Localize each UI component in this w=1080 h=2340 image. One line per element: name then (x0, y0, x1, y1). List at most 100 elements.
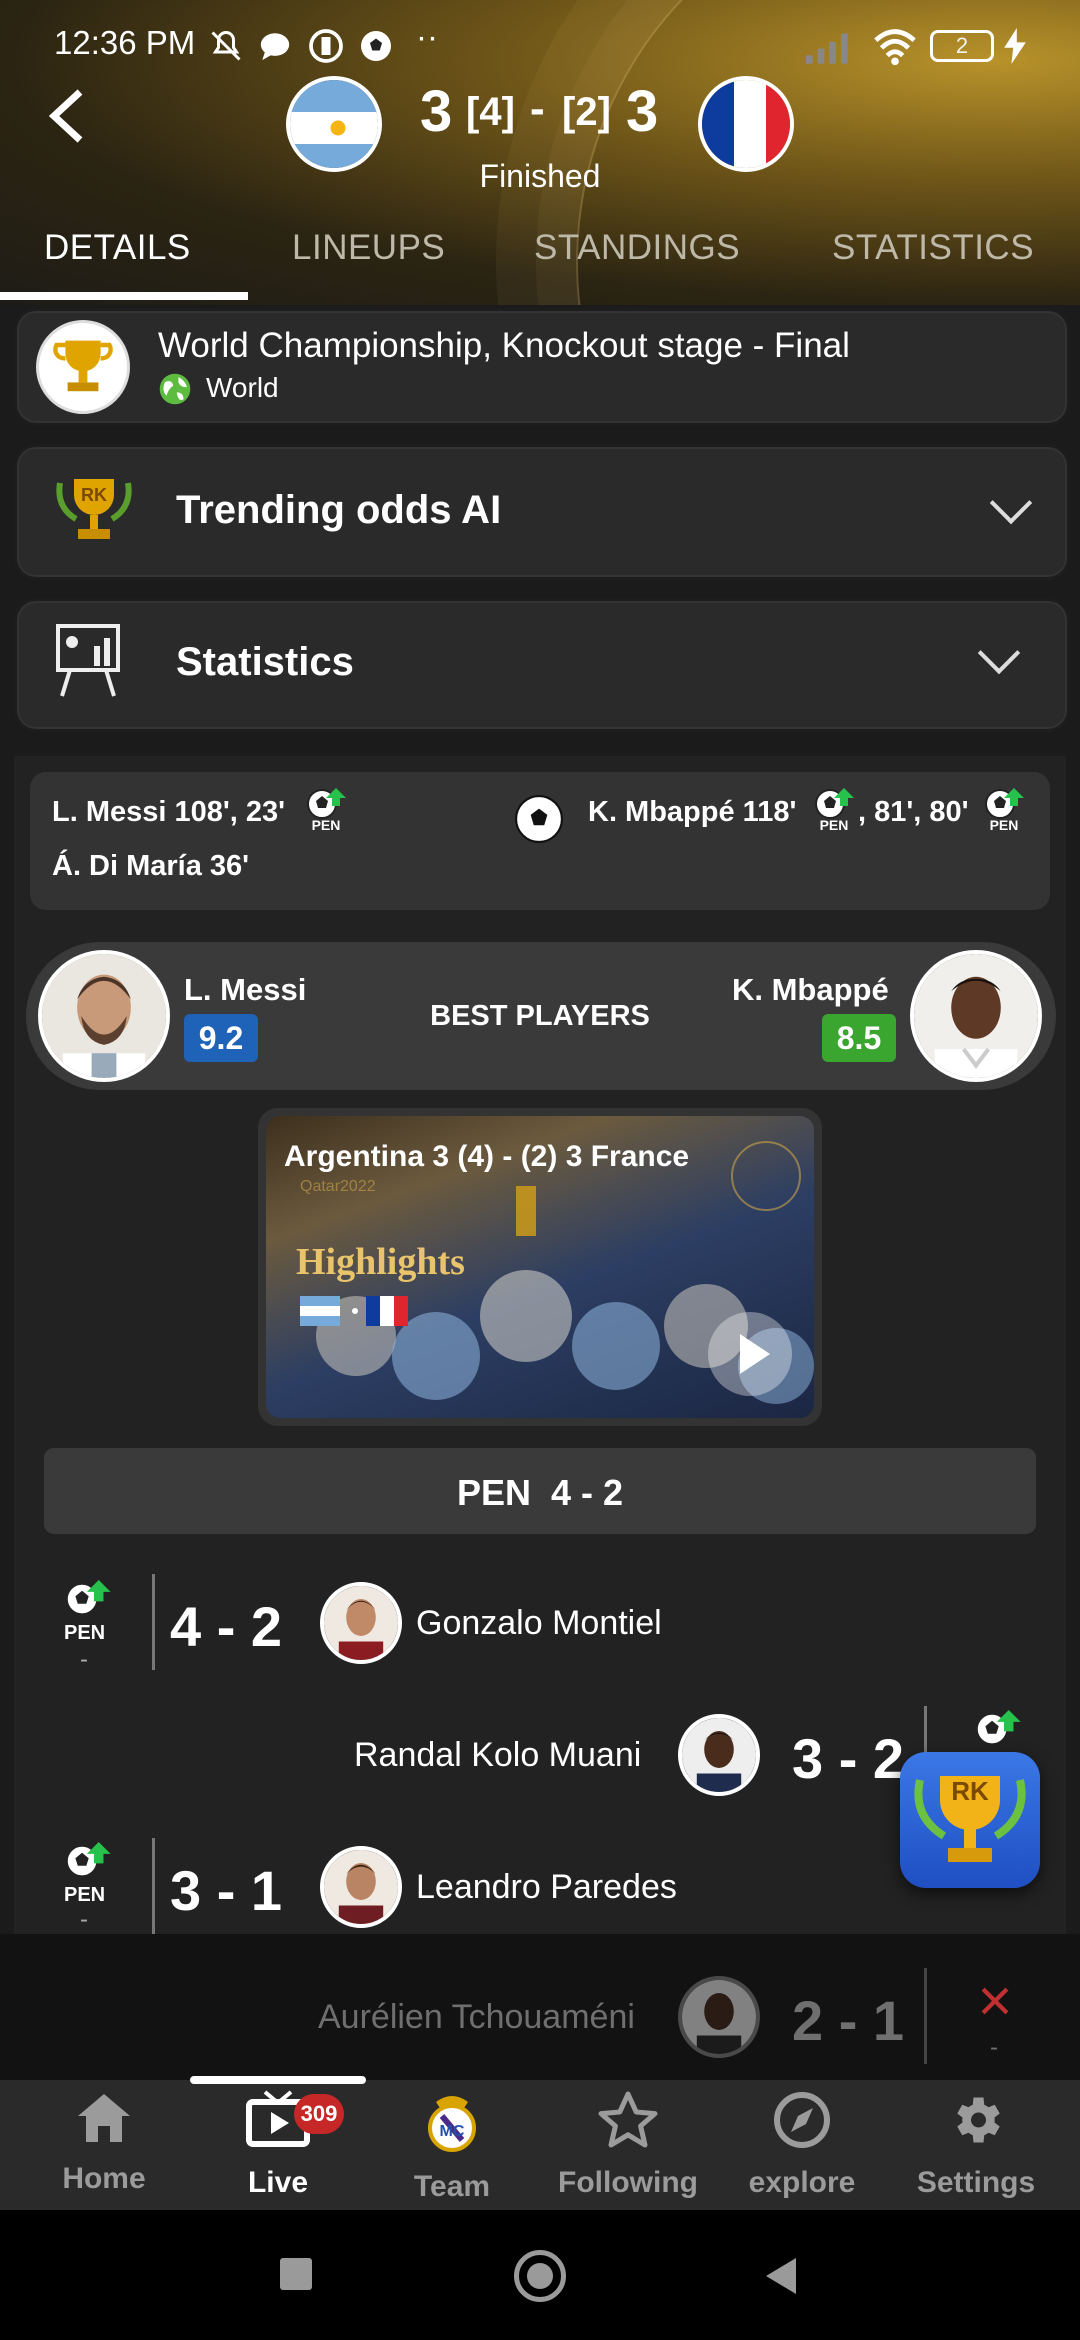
highlights-watermark: Qatar2022 (300, 1178, 376, 1195)
back-system-button[interactable] (764, 2256, 800, 2301)
penalty-running-score: 2 - 1 (792, 1989, 905, 2052)
rk-trophy-icon: RK (52, 470, 136, 553)
statistics-card[interactable] (14, 598, 1070, 732)
penalty-running-score: 4 - 2 (170, 1595, 283, 1658)
svg-text:PEN: PEN (312, 817, 341, 832)
presentation-chart-icon (54, 622, 124, 705)
away-best-player-name: K. Mbappé (732, 972, 889, 1007)
home-penalty-score: [4] (466, 90, 515, 134)
nav-home-label: Home (62, 2162, 146, 2195)
active-nav-indicator (190, 2076, 366, 2084)
nav-live-label: Live (247, 2166, 309, 2199)
rk-trophy-icon (914, 1776, 1026, 1862)
tab-details[interactable]: DETAILS (44, 228, 191, 268)
play-icon (740, 1334, 770, 1374)
tchouameni-avatar[interactable] (678, 1976, 760, 2058)
argentina-vs-france-flags (300, 1296, 410, 1331)
team-crest-icon: MC (428, 2096, 476, 2152)
battery-level: 2 (955, 33, 969, 58)
competition-region: World (206, 372, 279, 403)
gear-icon (957, 2097, 1000, 2143)
compass-icon (774, 2092, 830, 2148)
svg-text:RK: RK (81, 485, 107, 505)
live-count-badge: 309 (294, 2094, 344, 2134)
nav-team[interactable]: MC Team (362, 2090, 542, 2204)
home-scorer-line2: Á. Di María 36' (52, 850, 250, 882)
recents-button[interactable] (280, 2258, 312, 2290)
montiel-avatar[interactable] (320, 1582, 402, 1664)
penalty-note: - (80, 1646, 88, 1673)
nav-explore-label: explore (748, 2166, 856, 2199)
mute-icon (208, 28, 244, 69)
status-time: 12:36 PM (54, 24, 196, 61)
away-penalty-score: [2] (562, 90, 611, 134)
mbappe-avatar[interactable] (910, 950, 1042, 1082)
divider (152, 1574, 155, 1670)
app-notification-icon (308, 28, 344, 69)
penalty-player-name: Gonzalo Montiel (416, 1604, 662, 1642)
away-scorer-line1-rest: , 81', 80' (858, 796, 969, 828)
chat-icon (258, 30, 292, 67)
nav-home[interactable]: Home (14, 2090, 194, 2196)
trending-odds-card[interactable] (14, 444, 1070, 580)
home-icon (78, 2094, 130, 2142)
back-triangle-icon (766, 2258, 796, 2294)
score-separator: - (530, 84, 545, 133)
signal-icon (806, 30, 856, 69)
tab-statistics[interactable]: STATISTICS (832, 228, 1034, 268)
penalty-goal-icon: PEN (982, 786, 1028, 837)
penalty-player-name: Leandro Paredes (416, 1868, 677, 1906)
divider (924, 1968, 927, 2064)
charging-icon (1004, 28, 1026, 69)
rk-fab-button[interactable] (900, 1752, 1040, 1888)
wifi-icon (872, 26, 918, 71)
more-notifications: ·· (416, 18, 438, 55)
penalty-player-name: Randal Kolo Muani (354, 1736, 642, 1774)
home-score: 3 (420, 79, 453, 144)
away-score: 3 (626, 79, 659, 144)
svg-text:PEN: PEN (820, 817, 849, 832)
penalty-player-name: Aurélien Tchouaméni (318, 1998, 635, 2036)
nav-following-label: Following (558, 2166, 698, 2199)
competition-title: World Championship, Knockout stage - Fin… (158, 326, 850, 365)
kolo-muani-avatar[interactable] (678, 1714, 760, 1796)
nav-settings-label: Settings (916, 2166, 1036, 2199)
highlights-caption: Argentina 3 (4) - (2) 3 France (284, 1140, 690, 1173)
active-tab-indicator (0, 292, 248, 300)
nav-explore[interactable]: explore (712, 2090, 892, 2200)
away-player-rating: 8.5 (822, 1014, 896, 1062)
trending-odds-label: Trending odds AI (176, 488, 502, 532)
home-scorer-line1: L. Messi 108', 23' (52, 796, 286, 828)
match-status: Finished (479, 158, 601, 194)
paredes-avatar[interactable] (320, 1846, 402, 1928)
divider (152, 1838, 155, 1934)
tab-lineups[interactable]: LINEUPS (292, 228, 445, 268)
star-icon (598, 2091, 658, 2148)
soccer-notification-icon (358, 28, 394, 69)
nav-settings[interactable]: Settings (886, 2090, 1066, 2200)
penalty-missed-icon (978, 1984, 1012, 2023)
penalty-running-score: 3 - 1 (170, 1859, 283, 1922)
penalty-note: - (990, 2034, 998, 2061)
penalty-goal-icon: PEN (304, 786, 350, 837)
nav-team-label: Team (413, 2170, 491, 2203)
away-scorer-line1: K. Mbappé 118' (588, 796, 797, 828)
pen-label: PEN (64, 1622, 106, 1644)
svg-text:MC: MC (440, 2123, 465, 2140)
back-arrow-icon (48, 89, 83, 143)
globe-icon (158, 372, 192, 411)
home-system-button[interactable] (514, 2250, 566, 2302)
penalty-goal-icon: PEN (812, 786, 858, 837)
back-button[interactable] (44, 86, 88, 146)
statistics-label: Statistics (176, 640, 354, 684)
svg-text:PEN: PEN (990, 817, 1019, 832)
play-button[interactable] (708, 1312, 792, 1396)
penalty-note: - (80, 1906, 88, 1933)
highlights-overlay-text: Highlights (296, 1241, 465, 1283)
soccer-ball-icon (514, 794, 564, 849)
nav-following[interactable]: Following (538, 2090, 718, 2200)
tab-standings[interactable]: STANDINGS (534, 228, 740, 268)
trophy-icon (36, 320, 130, 414)
rk-fab-label: RK (951, 1776, 989, 1806)
battery-icon: 2 (930, 30, 994, 62)
